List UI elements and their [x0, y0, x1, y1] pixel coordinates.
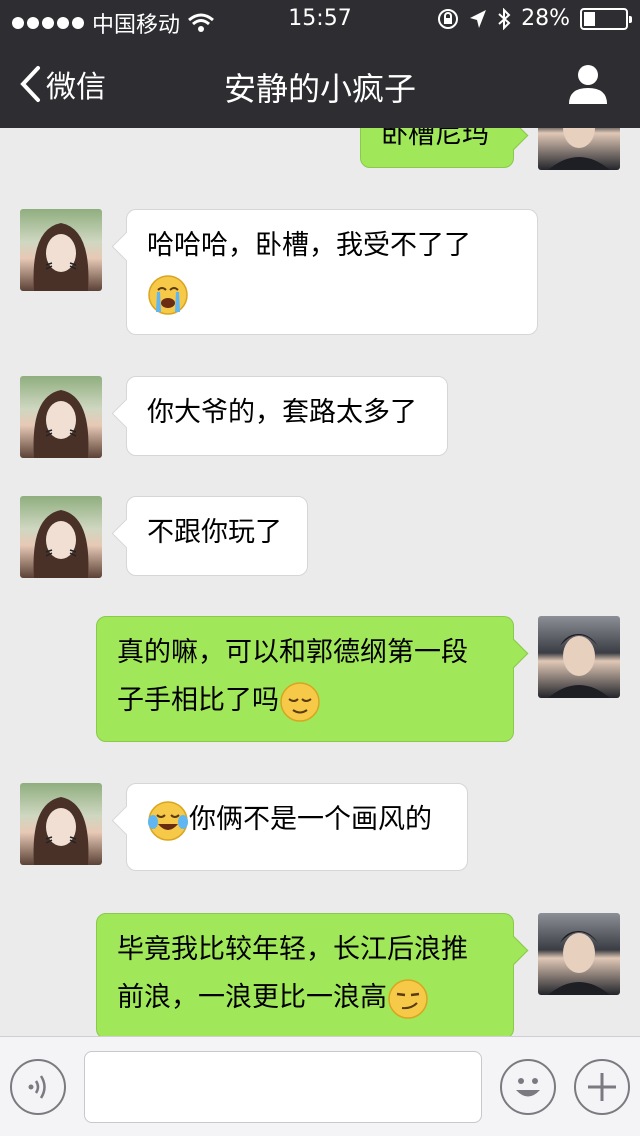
relieved-face-emoji-icon: [280, 681, 320, 722]
emoji-icon: [516, 1078, 540, 1097]
contact-avatar[interactable]: [20, 376, 102, 458]
voice-icon: [28, 1075, 46, 1099]
message-bubble-incoming[interactable]: 哈哈哈，卧槽，我受不了了: [126, 209, 538, 335]
message-text-line-2: 前浪，一浪更比一浪高: [117, 982, 387, 1013]
input-bar: [0, 1036, 640, 1136]
chat-history[interactable]: 卧槽尼玛 哈哈哈，卧槽，我受不了了 你大爷的，套路太多了 不跟你玩了 真的嘛，可…: [0, 128, 640, 1036]
my-avatar[interactable]: [538, 128, 620, 170]
contact-avatar[interactable]: [20, 783, 102, 865]
message-bubble-outgoing[interactable]: 卧槽尼玛: [360, 128, 514, 168]
top-bar: 中国移动 15:57 28% 微信 安静的小疯子: [0, 0, 640, 128]
plus-icon: [588, 1073, 616, 1101]
message-text: 你俩不是一个画风的: [189, 804, 432, 835]
status-right-group: 28%: [437, 6, 632, 31]
my-avatar[interactable]: [538, 616, 620, 698]
message-text: 不跟你玩了: [147, 517, 282, 548]
chat-title: 安静的小疯子: [223, 70, 416, 108]
message-text: 卧槽尼玛: [381, 128, 489, 150]
bluetooth-icon: [498, 7, 511, 30]
battery-icon: [580, 7, 632, 30]
emoji-button[interactable]: [500, 1059, 556, 1115]
message-bubble-incoming[interactable]: 不跟你玩了: [126, 496, 308, 576]
voice-input-button[interactable]: [10, 1059, 66, 1115]
location-arrow-icon: [470, 9, 487, 28]
message-input[interactable]: [84, 1051, 482, 1123]
rotation-lock-icon: [438, 8, 459, 29]
more-options-button[interactable]: [574, 1059, 630, 1115]
message-text-line-1: 毕竟我比较年轻，长江后浪推: [117, 934, 468, 965]
contact-avatar[interactable]: [20, 496, 102, 578]
message-text-line-1: 真的嘛，可以和郭德纲第一段: [117, 637, 468, 668]
message-text: 哈哈哈，卧槽，我受不了了: [147, 230, 471, 261]
message-bubble-incoming[interactable]: 你俩不是一个画风的: [126, 783, 468, 871]
message-text-line-2: 子手相比了吗: [117, 685, 279, 716]
message-bubble-outgoing[interactable]: 真的嘛，可以和郭德纲第一段 子手相比了吗: [96, 616, 514, 742]
message-text: 你大爷的，套路太多了: [147, 397, 417, 428]
status-bar: 中国移动 15:57 28%: [0, 0, 640, 40]
contact-avatar[interactable]: [20, 209, 102, 291]
battery-percent: 28%: [521, 6, 570, 31]
contact-profile-icon[interactable]: [566, 62, 610, 106]
my-avatar[interactable]: [538, 913, 620, 995]
battery-level: [584, 11, 595, 26]
crying-face-emoji-icon: [148, 274, 188, 315]
tears-of-joy-face-emoji-icon: [148, 800, 188, 841]
message-bubble-outgoing[interactable]: 毕竟我比较年轻，长江后浪推 前浪，一浪更比一浪高: [96, 913, 514, 1036]
message-bubble-incoming[interactable]: 你大爷的，套路太多了: [126, 376, 448, 456]
smirking-face-emoji-icon: [388, 978, 428, 1019]
navigation-bar: 微信 安静的小疯子: [0, 40, 640, 128]
